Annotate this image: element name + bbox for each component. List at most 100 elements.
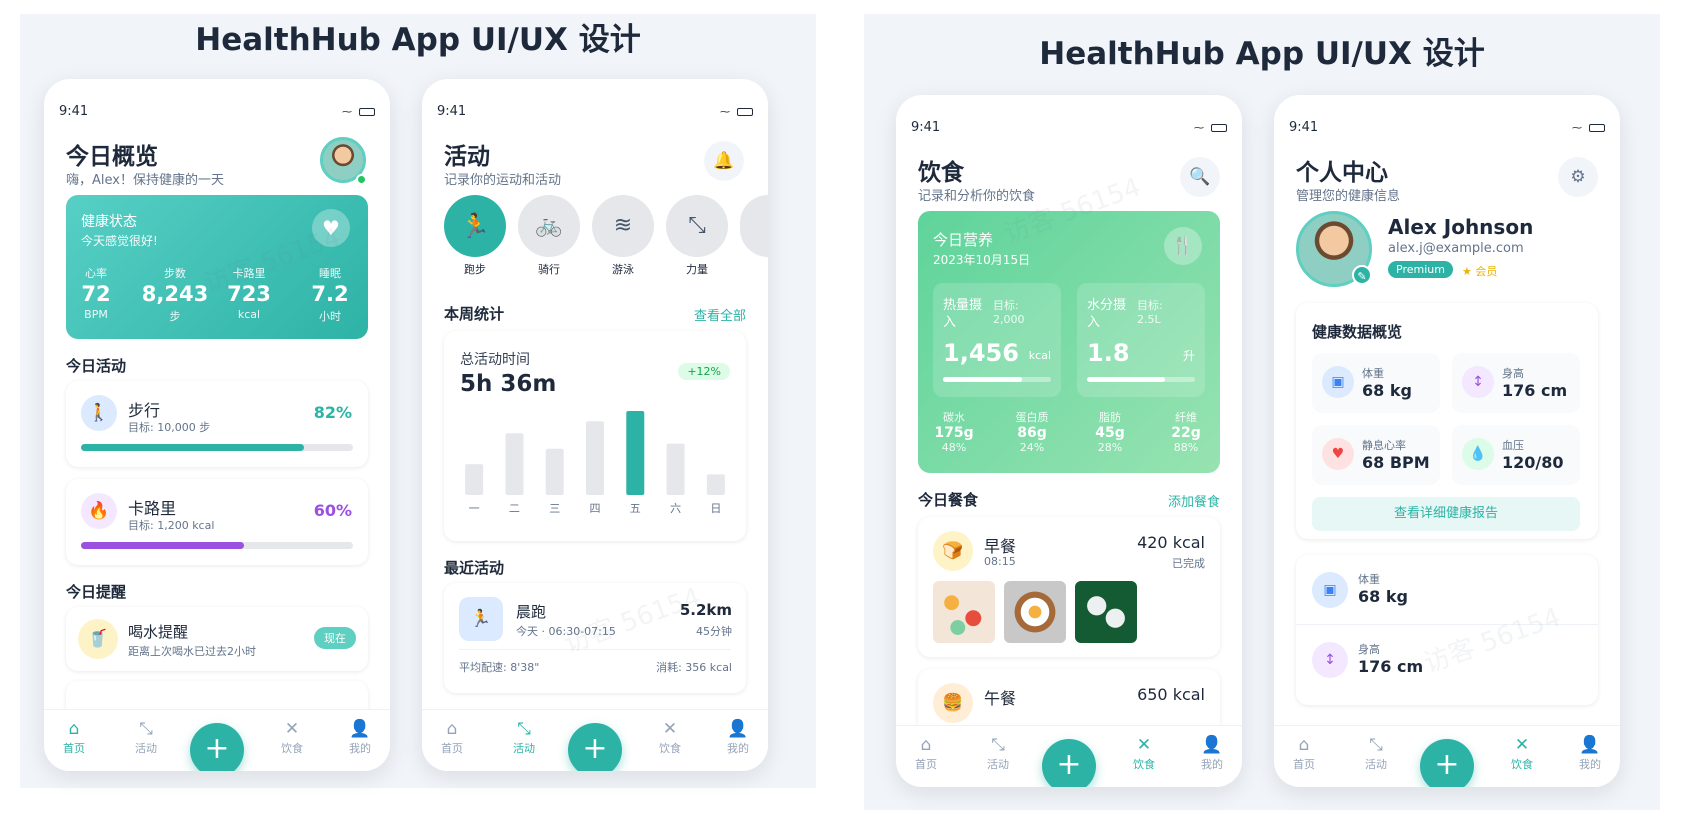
meal-status: 已完成 [1172,557,1205,570]
nav-food[interactable]: ✕ 饮食 [1114,734,1174,772]
activity-icon: ⤡ [517,719,531,739]
stat-calories: 卡路里 723 kcal [227,267,271,321]
search-icon[interactable]: 🔍 [1180,157,1220,197]
recent-time: 今天 · 06:30-07:15 [516,625,616,638]
food-photo-1[interactable] [933,581,995,643]
nav-me[interactable]: 👤 我的 [1560,734,1620,772]
macro-carbs: 碳水 175g 48% [934,411,974,454]
nutrition-card[interactable]: 今日营养 2023年10月15日 🍴 热量摄入 目标: 2,000 1,456 k… [918,211,1220,473]
type-more[interactable] [740,195,768,257]
meal-card-lunch[interactable]: 🍔 午餐 650 kcal [918,669,1220,725]
user-icon: 👤 [1579,735,1601,755]
overview-content[interactable]: 今日概览 嗨，Alex！保持健康的一天 健康状态 今天感觉很好! ♥ 心率 72 B… [44,129,390,709]
calorie-progress [81,542,353,549]
phone-profile: 9:41 ⁓ 个人中心 管理您的健康信息 ⚙ ✎ Alex Johnson al… [1274,95,1620,787]
section-title-week: 本周统计 [444,305,505,323]
nav-me[interactable]: 👤 我的 [1182,734,1242,772]
status-bar: 9:41 ⁓ [1289,120,1605,136]
add-button[interactable]: + [568,723,622,771]
stat-heart-rate: 心率 72 BPM [81,267,111,321]
walk-progress [81,444,353,451]
view-report-button[interactable]: 查看详细健康报告 [1312,497,1580,531]
water-intake: 水分摄入 目标: 2.5L 1.8 升 [1077,283,1205,397]
activity-icon: ⤡ [991,735,1005,755]
food-photo-2[interactable] [1004,581,1066,643]
right-panel: HealthHub App UI/UX 设计 9:41 ⁓ 饮食 记录和分析你的… [864,14,1660,810]
bike-icon: 🚲 [518,195,580,257]
stat-sleep: 睡眠 7.2 小时 [311,267,349,323]
health-status-card[interactable]: 健康状态 今天感觉很好! ♥ 心率 72 BPM 步数 8,243 步 卡路里 723 kc… [66,195,368,339]
list-item-height[interactable]: ↕ 身高 176 cm [1296,625,1598,695]
meal-name: 午餐 [984,689,1017,708]
edit-avatar-icon[interactable]: ✎ [1352,265,1372,285]
activity-goal: 目标: 1,200 kcal [128,519,215,532]
dumbbell-icon: ⤡ [666,195,728,257]
metric-heart-rate[interactable]: ♥ 静息心率 68 BPM [1312,425,1440,485]
activity-card-walk[interactable]: 🚶 步行 目标: 10,000 步 82% [66,381,368,467]
type-bike[interactable]: 🚲 骑行 [518,195,580,277]
metric-height[interactable]: ↕ 身高 176 cm [1452,353,1580,413]
status-time: 9:41 [911,120,941,135]
activity-card-calories[interactable]: 🔥 卡路里 目标: 1,200 kcal 60% [66,479,368,565]
nav-activity[interactable]: ⤡ 活动 [494,718,554,756]
reminder-card-next[interactable] [66,681,368,709]
profile-content[interactable]: 个人中心 管理您的健康信息 ⚙ ✎ Alex Johnson alex.j@ex… [1274,145,1620,725]
phone-activity: 9:41 ⁓ 活动 记录你的运动和活动 🔔 🏃 跑步 🚲 骑行 ≋ 游泳 ⤡ 力… [422,79,768,771]
gear-icon[interactable]: ⚙ [1558,157,1598,197]
nav-home[interactable]: ⌂ 首页 [1274,734,1334,772]
meal-card-breakfast[interactable]: 🍞 早餐 08:15 420 kcal 已完成 [918,517,1220,657]
chart-bar-5 [666,443,685,495]
chart-bar-2 [545,448,564,495]
nav-activity[interactable]: ⤡ 活动 [968,734,1028,772]
add-button[interactable]: + [1042,739,1096,787]
battery-icon [737,108,753,116]
type-strength[interactable]: ⤡ 力量 [666,195,728,277]
recent-activity-card[interactable]: 🏃 晨跑 今天 · 06:30-07:15 5.2km 45分钟 平均配速: 8… [444,583,746,693]
health-subtitle: 今天感觉很好! [81,234,158,248]
chart-tick-label: 四 [590,502,601,515]
status-bar: 9:41 ⁓ [59,104,375,120]
meal-time: 08:15 [984,555,1016,568]
add-button[interactable]: + [1420,739,1474,787]
metric-blood-pressure[interactable]: 💧 血压 120/80 [1452,425,1580,485]
type-swim[interactable]: ≋ 游泳 [592,195,654,277]
view-all-link[interactable]: 查看全部 [694,305,746,324]
nav-me[interactable]: 👤 我的 [708,718,768,756]
metric-weight[interactable]: ▣ 体重 68 kg [1312,353,1440,413]
nav-home[interactable]: ⌂ 首页 [44,718,104,756]
page-subtitle: 记录和分析你的饮食 [918,189,1036,204]
add-button[interactable]: + [190,723,244,771]
premium-badge: Premium [1388,261,1453,278]
wifi-icon: ⁓ [720,106,730,118]
add-meal-link[interactable]: 添加餐食 [1168,491,1220,510]
food-photo-3[interactable] [1075,581,1137,643]
section-title-meals: 今日餐食 [918,491,979,509]
chart-tick-label: 二 [509,502,520,515]
battery-icon [1589,124,1605,132]
wifi-icon: ⁓ [342,106,352,118]
activity-content[interactable]: 活动 记录你的运动和活动 🔔 🏃 跑步 🚲 骑行 ≋ 游泳 ⤡ 力量 本周统计 … [422,129,768,709]
nav-food[interactable]: ✕ 饮食 [640,718,700,756]
status-time: 9:41 [59,104,89,119]
reminder-card[interactable]: 🥤 喝水提醒 距离上次喝水已过去2小时 现在 [66,607,368,671]
drop-icon: 💧 [1462,438,1494,470]
reminder-badge[interactable]: 现在 [314,627,356,649]
nav-activity[interactable]: ⤡ 活动 [116,718,176,756]
nav-home[interactable]: ⌂ 首页 [896,734,956,772]
list-item-weight[interactable]: ▣ 体重 68 kg [1296,555,1598,625]
nav-food[interactable]: ✕ 饮食 [1492,734,1552,772]
nav-food[interactable]: ✕ 饮食 [262,718,322,756]
bottom-nav: ⌂ 首页 ⤡ 活动 + ✕ 饮食 👤 我的 [1274,725,1620,787]
user-icon: 👤 [349,719,371,739]
scale-icon: ▣ [1322,366,1354,398]
phone-diet: 9:41 ⁓ 饮食 记录和分析你的饮食 🔍 今日营养 2023年10月15日 🍴… [896,95,1242,787]
flame-icon: 🔥 [81,493,117,529]
nav-me[interactable]: 👤 我的 [330,718,390,756]
diet-content[interactable]: 饮食 记录和分析你的饮食 🔍 今日营养 2023年10月15日 🍴 热量摄入 目… [896,145,1242,725]
nav-activity[interactable]: ⤡ 活动 [1346,734,1406,772]
type-run[interactable]: 🏃 跑步 [444,195,506,277]
bell-icon[interactable]: 🔔 [704,141,744,181]
profile-email: alex.j@example.com [1388,241,1524,256]
bottom-nav: ⌂ 首页 ⤡ 活动 + ✕ 饮食 👤 我的 [44,709,390,771]
nav-home[interactable]: ⌂ 首页 [422,718,482,756]
